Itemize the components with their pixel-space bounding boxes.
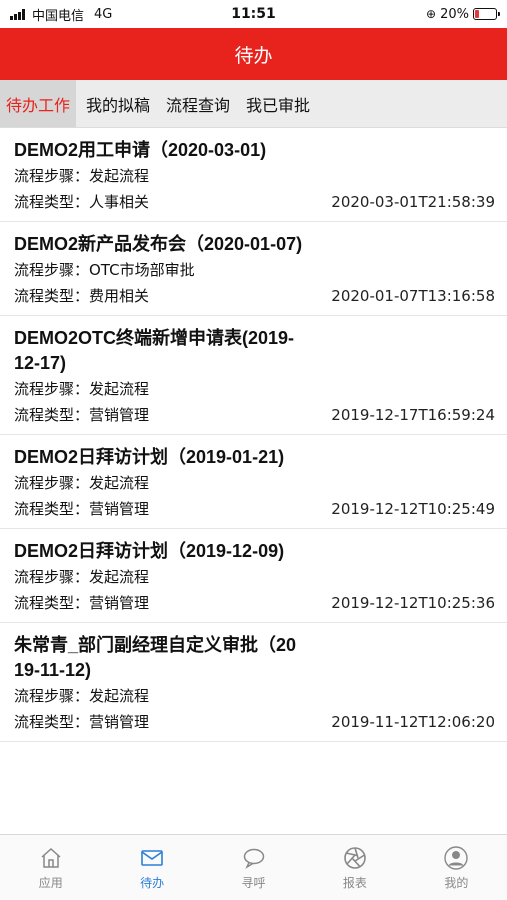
- item-step-row: 流程步骤：发起流程: [14, 564, 495, 590]
- item-type-row: 流程类型：人事相关 2020-03-01T21:58:39: [14, 189, 495, 221]
- item-timestamp: 2019-12-12T10:25:36: [331, 594, 495, 612]
- tab-0[interactable]: 待办工作: [0, 80, 77, 127]
- item-step: 流程步骤：发起流程: [14, 687, 150, 705]
- item-title: DEMO2新产品发布会（2020-01-07): [14, 234, 303, 254]
- item-step-row: 流程步骤：发起流程: [14, 376, 495, 402]
- list-item[interactable]: DEMO2新产品发布会（2020-01-07) 流程步骤：OTC市场部审批 流程类型…: [0, 222, 507, 316]
- carrier-label: 中国电信: [32, 8, 85, 24]
- tab-bar: 待办工作 我的拟稿 流程查询 我已审批: [0, 80, 507, 128]
- item-step-row: 流程步骤：发起流程: [14, 683, 495, 709]
- item-timestamp: 2019-12-17T16:59:24: [331, 406, 495, 424]
- item-step: 流程步骤：OTC市场部审批: [14, 261, 195, 279]
- list-item[interactable]: DEMO2日拜访计划（2019-12-09) 流程步骤：发起流程 流程类型：营销管理…: [0, 529, 507, 623]
- user-icon: [443, 845, 469, 871]
- item-title: DEMO2OTC终端新增申请表(2019-12-17): [14, 328, 295, 373]
- item-title: DEMO2日拜访计划（2019-12-09): [14, 541, 285, 561]
- item-title: 朱常青_部门副经理自定义审批（2019-11-12): [14, 635, 297, 680]
- aperture-icon: [342, 845, 368, 871]
- item-timestamp: 2020-03-01T21:58:39: [331, 193, 495, 211]
- item-step: 流程步骤：发起流程: [14, 568, 150, 586]
- item-type: 流程类型：营销管理: [14, 406, 150, 424]
- battery-icon: [472, 8, 500, 20]
- item-type: 流程类型：人事相关: [14, 193, 150, 211]
- item-title: DEMO2用工申请（2020-03-01): [14, 140, 267, 160]
- battery-fill: [474, 10, 479, 18]
- item-timestamp: 2019-12-12T10:25:49: [331, 500, 495, 518]
- mail-icon: [139, 845, 165, 871]
- item-type-row: 流程类型：营销管理 2019-12-17T16:59:24: [14, 402, 495, 434]
- page-title: 待办: [0, 28, 507, 80]
- item-type: 流程类型：营销管理: [14, 594, 150, 612]
- battery-percent: 20%: [440, 6, 469, 22]
- nav-item-2[interactable]: 寻呼: [203, 835, 304, 900]
- nav-item-label: 寻呼: [241, 875, 266, 890]
- tab-2[interactable]: 流程查询: [160, 80, 236, 127]
- item-type: 流程类型：营销管理: [14, 713, 150, 731]
- network-label: 4G: [94, 6, 113, 22]
- status-time: 11:51: [231, 6, 276, 22]
- item-step-row: 流程步骤：发起流程: [14, 470, 495, 496]
- nav-item-3[interactable]: 报表: [304, 835, 405, 900]
- list-item[interactable]: DEMO2OTC终端新增申请表(2019-12-17) 流程步骤：发起流程 流程类型…: [0, 316, 507, 435]
- nav-item-1[interactable]: 待办: [101, 835, 202, 900]
- item-timestamp: 2019-11-12T12:06:20: [331, 713, 495, 731]
- item-type: 流程类型：营销管理: [14, 500, 150, 518]
- item-step: 流程步骤：发起流程: [14, 474, 150, 492]
- todo-list: DEMO2用工申请（2020-03-01) 流程步骤：发起流程 流程类型：人事相关 2…: [0, 128, 507, 834]
- list-item[interactable]: 朱常青_部门副经理自定义审批（2019-11-12) 流程步骤：发起流程 流程类型：…: [0, 623, 507, 742]
- status-right: ⊕ 20%: [337, 6, 500, 22]
- item-step-row: 流程步骤：OTC市场部审批: [14, 257, 495, 283]
- bottom-nav: 应用 待办 寻呼 报表 我的: [0, 834, 507, 900]
- nav-item-label: 待办: [140, 875, 165, 890]
- tab-3[interactable]: 我已审批: [240, 80, 316, 127]
- item-type-row: 流程类型：营销管理 2019-11-12T12:06:20: [14, 709, 495, 741]
- status-left: 中国电信 4G: [10, 5, 170, 24]
- item-step: 流程步骤：发起流程: [14, 380, 150, 398]
- item-type: 流程类型：费用相关: [14, 287, 150, 305]
- signal-icon: [10, 8, 25, 20]
- nav-item-label: 报表: [342, 875, 367, 890]
- item-step-row: 流程步骤：发起流程: [14, 163, 495, 189]
- list-item[interactable]: DEMO2日拜访计划（2019-01-21) 流程步骤：发起流程 流程类型：营销管理…: [0, 435, 507, 529]
- nav-item-0[interactable]: 应用: [0, 835, 101, 900]
- item-title: DEMO2日拜访计划（2019-01-21): [14, 447, 285, 467]
- nav-item-label: 应用: [38, 875, 63, 890]
- item-type-row: 流程类型：营销管理 2019-12-12T10:25:36: [14, 590, 495, 622]
- item-timestamp: 2020-01-07T13:16:58: [331, 287, 495, 305]
- chat-icon: [241, 845, 267, 871]
- tab-1[interactable]: 我的拟稿: [80, 80, 156, 127]
- nav-item-label: 我的: [444, 875, 469, 890]
- nav-item-4[interactable]: 我的: [406, 835, 507, 900]
- item-type-row: 流程类型：费用相关 2020-01-07T13:16:58: [14, 283, 495, 315]
- list-item[interactable]: DEMO2用工申请（2020-03-01) 流程步骤：发起流程 流程类型：人事相关 2…: [0, 128, 507, 222]
- item-type-row: 流程类型：营销管理 2019-12-12T10:25:49: [14, 496, 495, 528]
- item-step: 流程步骤：发起流程: [14, 167, 150, 185]
- home-icon: [38, 845, 64, 871]
- status-bar: 中国电信 4G 11:51 ⊕ 20%: [0, 0, 507, 28]
- rotation-lock-icon: ⊕: [426, 7, 437, 21]
